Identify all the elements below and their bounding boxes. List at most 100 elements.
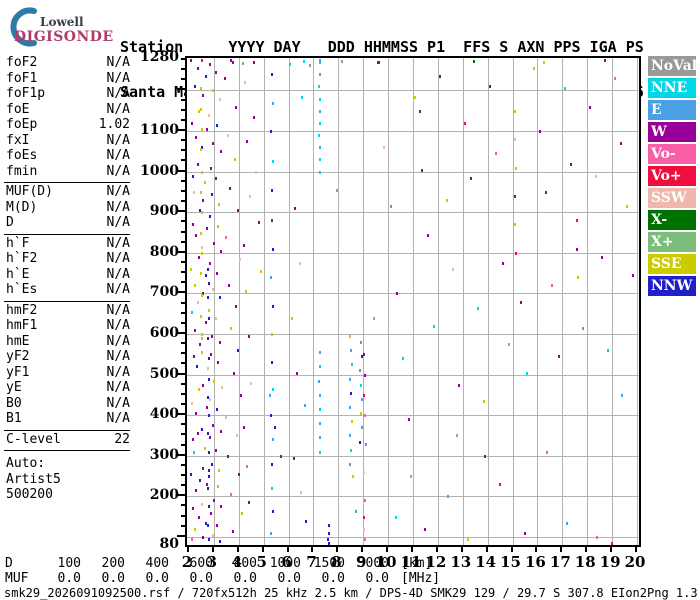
echo-point [514, 166, 517, 170]
row-unit: [MHz] [401, 571, 441, 586]
footer-status-line: smk29_2026091092500.rsf / 720fx512h 25 k… [4, 586, 700, 600]
echo-point [226, 134, 229, 138]
echo-point [513, 223, 516, 227]
echo-point [270, 361, 273, 365]
echo-point [302, 59, 305, 63]
param-value: N/A [106, 132, 130, 148]
echo-point [563, 87, 566, 91]
echo-point [296, 371, 299, 375]
echo-point [348, 377, 351, 381]
echo-point [207, 296, 210, 300]
echo-point [247, 334, 250, 338]
echo-point [194, 527, 197, 531]
param-value: N/A [106, 380, 130, 395]
grid-line-horizontal [187, 293, 639, 295]
param-row: foEs N/A [4, 148, 130, 164]
echo-point [215, 272, 218, 276]
echo-point [215, 316, 218, 320]
grid-line-horizontal [187, 131, 639, 133]
y-axis-tick [181, 352, 185, 355]
logo-text-digisonde: DIGISONDE [14, 29, 114, 45]
row-value: 0.0 [101, 571, 125, 586]
echo-point [532, 67, 535, 71]
echo-point [327, 537, 330, 541]
echo-point [206, 227, 209, 231]
x-axis-tick [485, 547, 488, 552]
echo-point [576, 276, 579, 280]
echo-point [197, 300, 200, 304]
row-value: 0.0 [321, 571, 345, 586]
param-row: h`F2 N/A [4, 251, 130, 267]
param-row: hmE N/A [4, 334, 130, 350]
param-row: fxI N/A [4, 133, 130, 149]
x-axis-tick [187, 547, 189, 552]
echo-point [514, 194, 517, 198]
param-value: N/A [106, 86, 130, 101]
row-value: 0.0 [277, 571, 301, 586]
echo-point [207, 523, 210, 527]
row-value: 1000 [269, 556, 301, 571]
echo-point [402, 357, 405, 361]
echo-point [211, 89, 214, 93]
echo-point [301, 95, 304, 99]
echo-point [208, 377, 211, 381]
echo-point [245, 290, 248, 294]
param-value: N/A [106, 333, 130, 349]
echo-point [455, 434, 458, 438]
param-group: hmF2 N/A hmF1 N/A hmE N/A yF2 N/A yF1 N/A yE N/A B0 N… [4, 302, 130, 431]
param-label: hmE [6, 333, 30, 349]
echo-point [253, 61, 256, 65]
echo-point [439, 75, 442, 79]
echo-point [271, 509, 274, 513]
param-label: D [6, 215, 14, 230]
echo-point [594, 174, 597, 178]
row-value: 400 [145, 556, 169, 571]
y-axis-tick [181, 118, 185, 121]
echo-point [207, 432, 210, 436]
y-axis-tick [181, 281, 185, 284]
y-axis-tick [181, 514, 185, 517]
param-row: h`Es N/A [4, 282, 130, 298]
echo-point [394, 515, 397, 519]
echo-point [271, 332, 274, 336]
echo-point [201, 332, 204, 336]
echo-point [206, 483, 209, 487]
echo-point [190, 472, 193, 476]
param-value: N/A [106, 235, 130, 251]
echo-point [207, 337, 210, 341]
param-row: D N/A [4, 215, 130, 231]
y-axis-tick [181, 392, 185, 395]
param-group: h`F N/A h`F2 N/A h`E N/A h`Es N/A [4, 235, 130, 302]
parameter-panel: foF2 N/A foF1 N/A foF1p N/A foE N/A foEp 1.02 fxI N… [4, 54, 130, 503]
echo-point [395, 292, 398, 296]
logo-text-lowell: Lowell [40, 15, 84, 29]
y-axis-tick [181, 402, 185, 405]
echo-point [582, 326, 585, 330]
echo-point [252, 115, 255, 119]
param-label: B1 [6, 411, 22, 426]
legend-item-e: E [648, 100, 696, 120]
row-value: 0.0 [57, 571, 81, 586]
param-group: C-level 22 [4, 431, 130, 451]
echo-point [359, 369, 362, 373]
echo-point [484, 454, 487, 458]
echo-point [201, 251, 204, 255]
echo-point [244, 81, 246, 85]
x-axis-tick [286, 547, 289, 552]
echo-point [271, 387, 274, 391]
echo-point [192, 507, 195, 511]
echo-point [270, 219, 273, 223]
echo-point [200, 87, 203, 91]
echo-point [225, 235, 228, 239]
echo-point [507, 343, 510, 347]
echo-point [235, 105, 238, 109]
echo-point [205, 274, 208, 278]
echo-point [216, 408, 219, 412]
legend-item-vo: Vo- [648, 144, 696, 164]
echo-point [349, 462, 352, 466]
echo-point [219, 296, 222, 300]
echo-point [215, 523, 218, 527]
echo-point [360, 426, 363, 430]
grid-line-horizontal [187, 374, 639, 376]
param-row: hmF2 N/A [4, 303, 130, 319]
